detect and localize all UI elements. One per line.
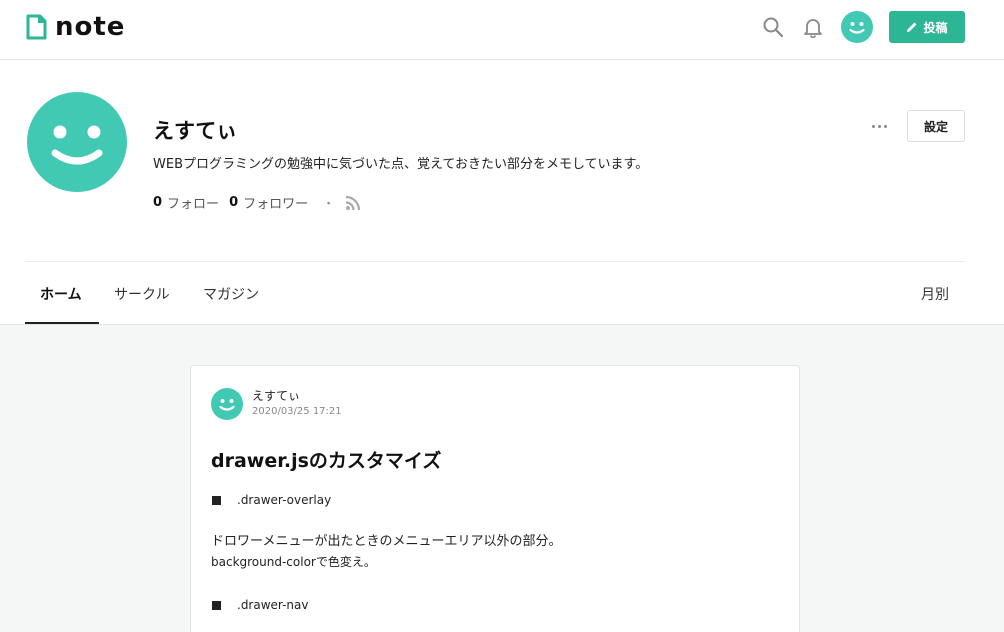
author-name[interactable]: えすてぃ: [252, 387, 300, 404]
article-title[interactable]: drawer.jsのカスタマイズ: [211, 446, 441, 473]
square-bullet-icon: [212, 495, 221, 505]
article-card[interactable]: えすてぃ 2020/03/25 17:21 drawer.jsのカスタマイズ .…: [190, 365, 800, 632]
tab-monthly[interactable]: 月別: [921, 284, 949, 304]
separator-dot: ・: [322, 197, 336, 212]
list-item: .drawer-nav: [212, 598, 308, 612]
profile-stats: 0 フォロー 0 フォロワー ・: [153, 193, 361, 212]
post-button[interactable]: 投稿: [889, 11, 965, 43]
note-logo-icon: [26, 14, 47, 40]
follow-count[interactable]: 0: [153, 195, 162, 210]
paragraph-line: ドロワーメニューが出たときのメニューエリア以外の部分。: [211, 534, 562, 549]
follow-label[interactable]: フォロー: [167, 193, 219, 212]
tab-magazine[interactable]: マガジン: [203, 284, 259, 304]
list-item-text: .drawer-nav: [237, 598, 309, 612]
profile-name: えすてぃ: [153, 119, 238, 143]
settings-button[interactable]: 設定: [907, 110, 965, 142]
profile-avatar[interactable]: [27, 92, 127, 192]
paragraph-line: background-colorで色変え。: [211, 555, 376, 569]
rss-icon[interactable]: [345, 195, 361, 211]
author-avatar[interactable]: [211, 388, 243, 420]
post-button-label: 投稿: [923, 20, 948, 35]
tab-circle[interactable]: サークル: [114, 284, 170, 304]
profile-bio: WEBプログラミングの勉強中に気づいた点、覚えておきたい部分をメモしています。: [153, 157, 649, 172]
list-item: .drawer-overlay: [212, 493, 331, 507]
tab-home[interactable]: ホーム: [40, 284, 82, 304]
search-icon[interactable]: [762, 16, 784, 38]
note-logo[interactable]: note: [25, 14, 125, 40]
post-date: 2020/03/25 17:21: [252, 406, 342, 417]
logo-text: note: [55, 12, 126, 42]
follower-count[interactable]: 0: [229, 195, 238, 210]
bell-icon[interactable]: [802, 16, 824, 38]
pencil-icon: [907, 22, 917, 32]
user-avatar-icon[interactable]: [841, 11, 873, 43]
more-options-icon[interactable]: [868, 117, 890, 135]
top-header: note 投稿: [0, 0, 1004, 60]
list-item-text: .drawer-overlay: [237, 493, 332, 507]
follower-label[interactable]: フォロワー: [243, 193, 308, 212]
square-bullet-icon: [212, 600, 221, 610]
tabs-divider: [25, 261, 965, 262]
